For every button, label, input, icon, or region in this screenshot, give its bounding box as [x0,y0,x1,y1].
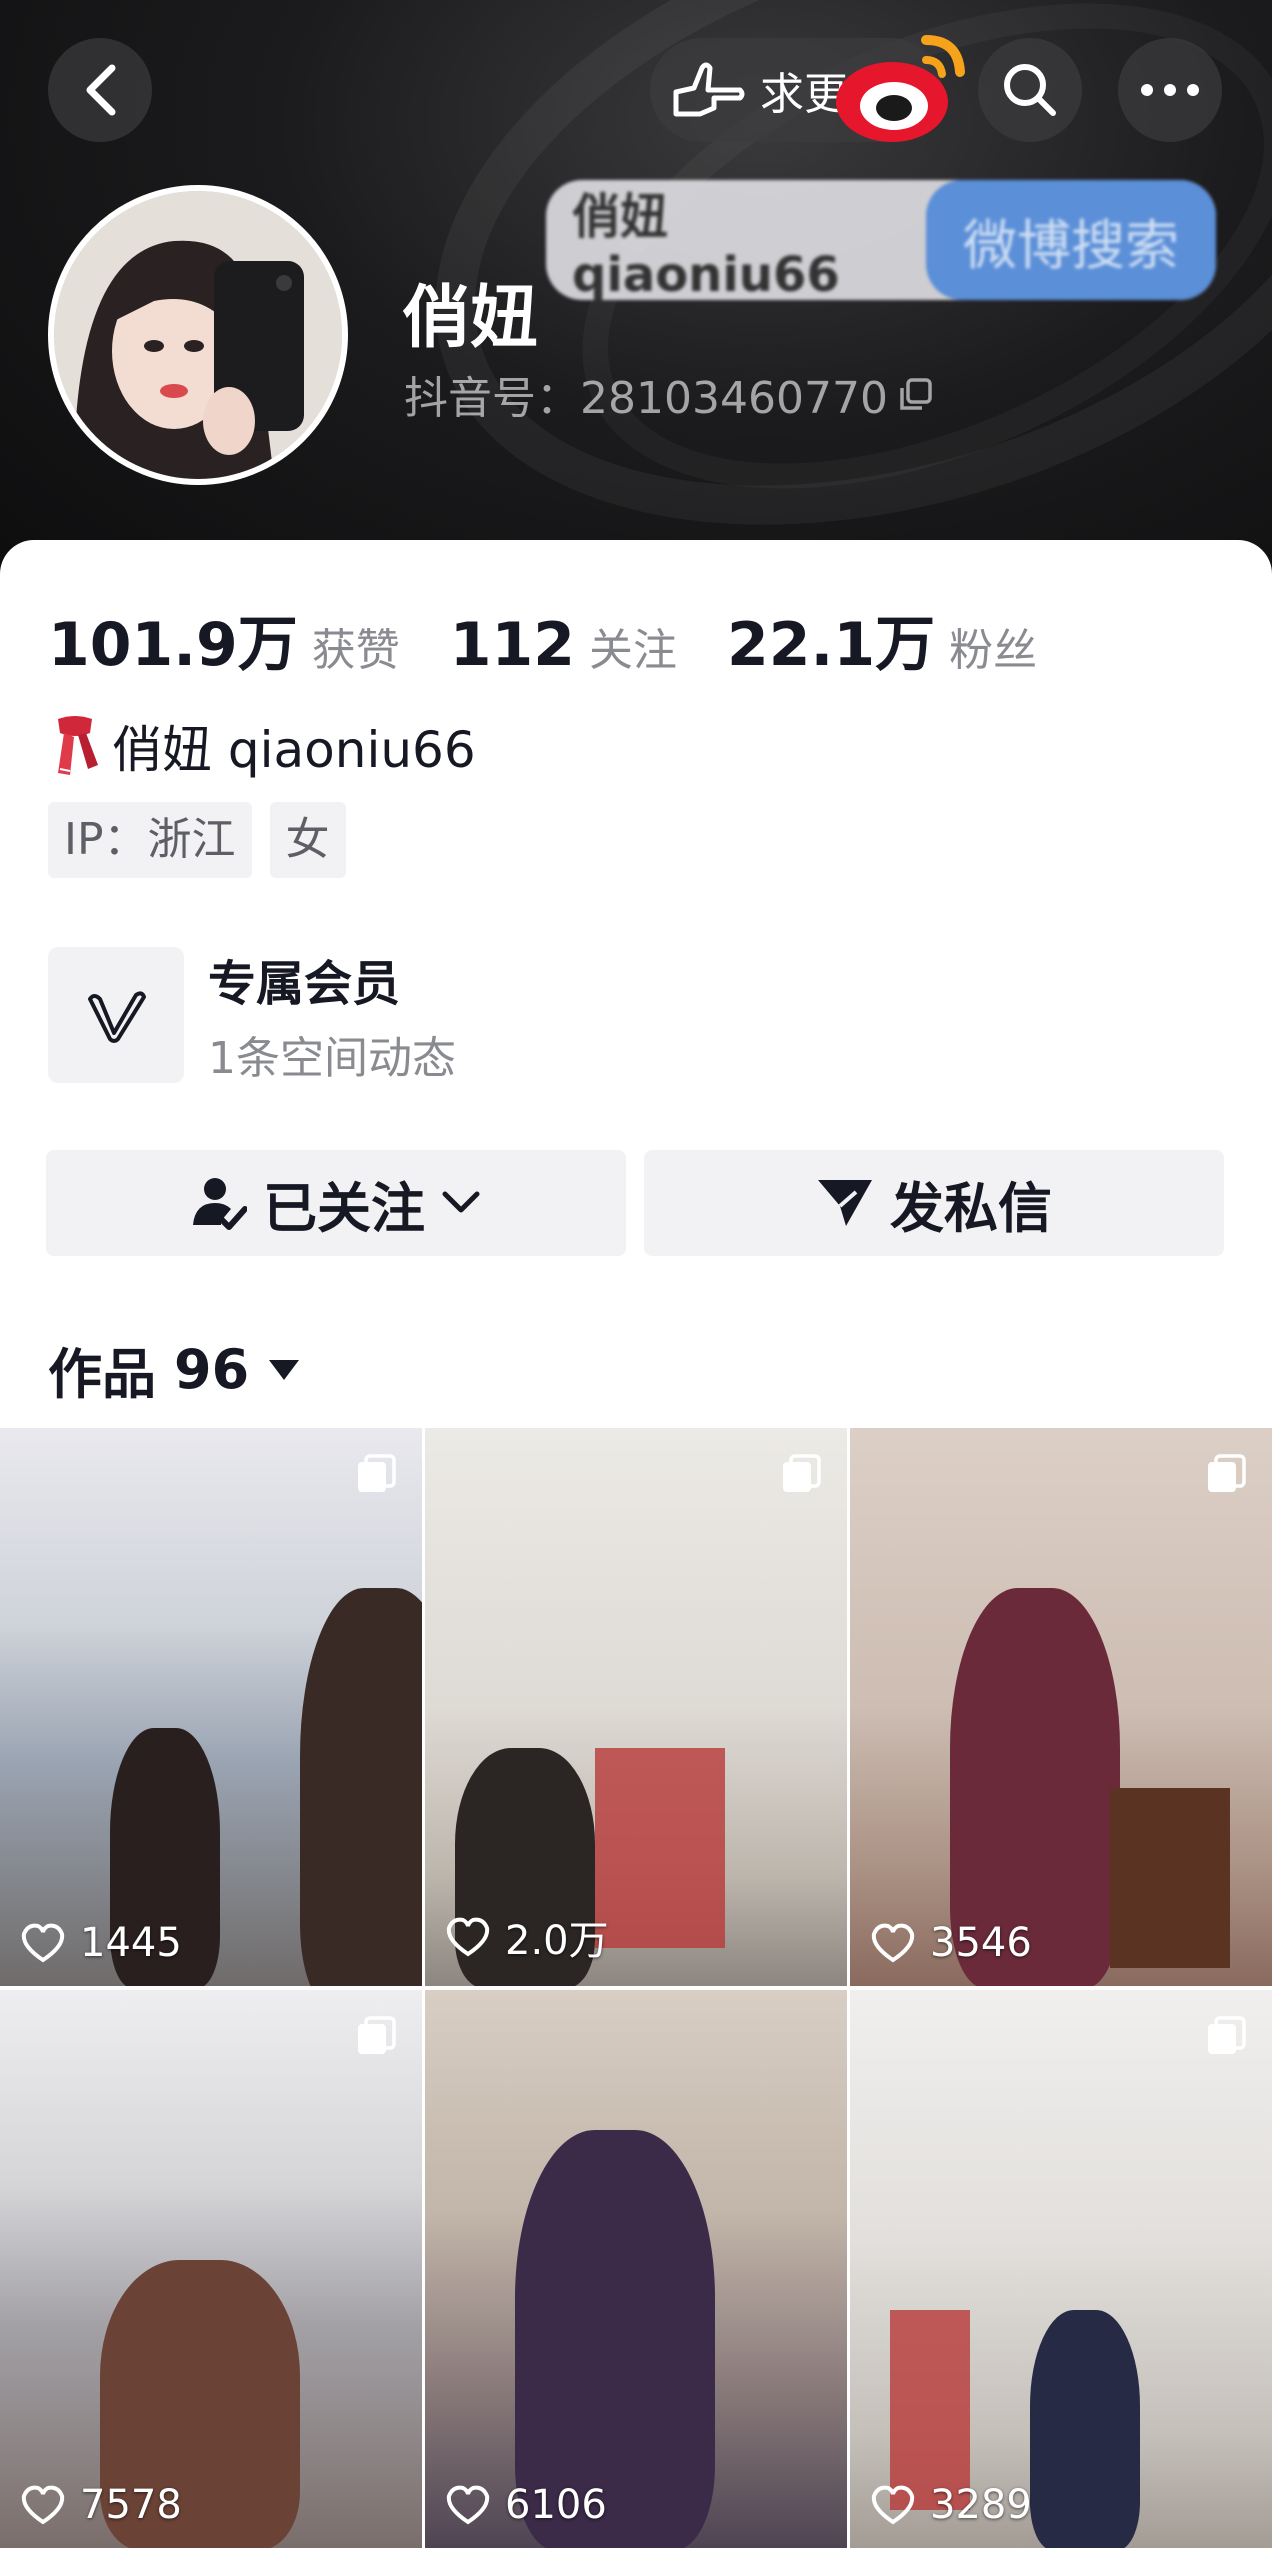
heart-icon [446,1917,490,1957]
user-check-icon [193,1178,247,1230]
thumbnail-figure [300,1588,422,1986]
paper-plane-icon [818,1180,872,1226]
membership-icon-box [48,947,184,1083]
stats-row: 101.9万 获赞 112 关注 22.1万 粉丝 [48,596,1087,683]
video-likes-count: 1445 [80,1920,182,1966]
video-thumbnail[interactable]: 3546 [850,1428,1272,1986]
video-likes: 3546 [870,1920,1032,1966]
stat-likes[interactable]: 101.9万 获赞 [48,596,400,683]
video-thumbnail[interactable]: 3289 [850,1990,1272,2548]
heart-icon [21,1923,65,1963]
weibo-search-banner[interactable]: 俏妞qiaoniu66 微博搜索 [546,180,1216,300]
followed-label: 已关注 [263,1176,425,1240]
search-button[interactable] [978,38,1082,142]
works-count: 96 [174,1338,250,1401]
scarf-icon [58,716,98,775]
chevron-left-icon [86,64,116,116]
send-message-button[interactable]: 发私信 [644,1150,1224,1256]
ip-location-tag: IP：浙江 [48,802,252,878]
exclusive-membership-entry[interactable]: 专属会员 1条空间动态 [48,944,456,1086]
profile-tags: IP：浙江 女 [48,802,346,878]
stat-label: 粉丝 [949,625,1038,676]
profile-header: 求更新 俏妞 抖音号：28103460770 俏妞qiaoniu66 微博搜索 [0,0,1272,600]
membership-v-icon [88,991,146,1043]
copy-icon[interactable] [898,376,934,412]
stat-value: 22.1万 [727,610,936,680]
weibo-logo-icon [836,35,965,142]
video-likes: 3289 [870,2482,1032,2528]
video-likes-count: 7578 [80,2482,182,2528]
chevron-down-icon [442,1191,480,1213]
weibo-logo [830,10,980,164]
douyin-id: 抖音号：28103460770 [404,362,934,426]
video-likes: 2.0万 [445,1908,609,1966]
thumbnail-equipment [890,2310,970,2510]
stat-label: 获赞 [311,625,400,676]
video-likes: 1445 [20,1920,182,1966]
works-tab[interactable]: 作品 96 [48,1330,301,1409]
back-button[interactable] [48,38,152,142]
caret-down-icon [269,1359,300,1380]
douyin-id-text: 抖音号：28103460770 [404,373,888,424]
weibo-search-button[interactable]: 微博搜索 [926,180,1216,300]
avatar-photo [54,191,342,479]
profile-name: 俏妞 [402,279,539,358]
video-likes-count: 2.0万 [505,1918,609,1964]
heart-icon [446,2485,490,2525]
followed-button[interactable]: 已关注 [46,1150,626,1256]
weibo-search-query: 俏妞qiaoniu66 [572,189,840,300]
multi-image-icon [1208,2016,1246,2054]
heart-icon [871,1923,915,1963]
search-icon [1004,64,1056,116]
membership-title: 专属会员 [208,956,401,1012]
video-thumbnail[interactable]: 6106 [425,1990,847,2548]
gender-tag: 女 [269,802,346,878]
stat-label: 关注 [589,625,678,676]
thumbnail-equipment [595,1748,725,1948]
membership-subtitle: 1条空间动态 [208,1033,456,1084]
stat-value: 101.9万 [48,610,298,680]
avatar[interactable] [48,185,348,485]
video-likes-count: 6106 [505,2482,607,2528]
video-likes-count: 3546 [930,1920,1032,1966]
thumbnail-chair [1110,1788,1230,1968]
video-likes-count: 3289 [930,2482,1032,2528]
bio-text: 俏妞 qiaoniu66 [112,721,476,779]
multi-image-icon [783,1454,821,1492]
stat-followers[interactable]: 22.1万 粉丝 [727,596,1037,683]
more-options-button[interactable] [1118,38,1222,142]
stat-following[interactable]: 112 关注 [450,610,677,680]
video-thumbnail[interactable]: 2.0万 [425,1428,847,1986]
video-likes: 6106 [445,2482,607,2528]
works-label: 作品 [48,1343,156,1406]
video-likes: 7578 [20,2482,182,2528]
video-thumbnail[interactable]: 7578 [0,1990,422,2548]
pointing-hand-icon [673,62,745,117]
heart-icon [21,2485,65,2525]
thumbnail-figure [1030,2310,1140,2548]
video-thumbnail[interactable]: 1445 [0,1428,422,1986]
send-message-label: 发私信 [890,1176,1052,1240]
more-dots-icon [1141,84,1199,96]
heart-icon [871,2485,915,2525]
multi-image-icon [358,1454,396,1492]
multi-image-icon [1208,1454,1246,1492]
multi-image-icon [358,2016,396,2054]
stat-value: 112 [449,610,576,680]
bio: 俏妞 qiaoniu66 [48,710,476,782]
